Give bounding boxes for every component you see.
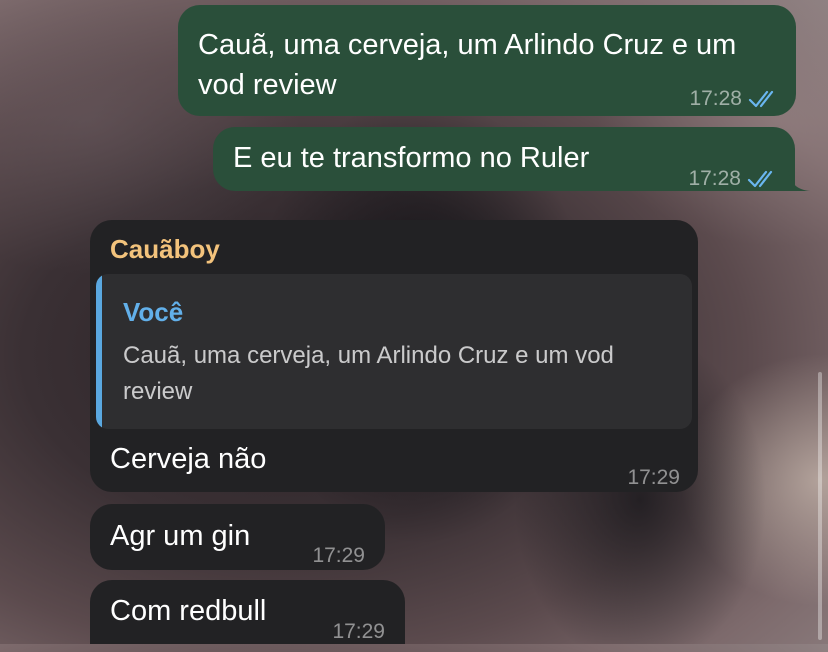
sender-name: Cauãboy <box>110 234 220 264</box>
incoming-message[interactable]: Com redbull 17:29 <box>90 580 405 644</box>
message-time: 17:29 <box>332 620 385 643</box>
outgoing-message[interactable]: Cauã, uma cerveja, um Arlindo Cruz e um … <box>178 5 796 116</box>
message-time: 17:29 <box>312 544 365 567</box>
incoming-message[interactable]: Agr um gin 17:29 <box>90 504 385 570</box>
incoming-reply-message[interactable]: Cauãboy Você Cauã, uma cerveja, um Arlin… <box>90 220 698 492</box>
quoted-message[interactable]: Você Cauã, uma cerveja, um Arlindo Cruz … <box>96 274 692 429</box>
double-check-icon <box>747 170 773 188</box>
message-text: Com redbull <box>110 595 267 627</box>
quoted-text: Cauã, uma cerveja, um Arlindo Cruz e um … <box>123 342 614 405</box>
bubble-tail <box>788 170 810 191</box>
message-meta: 17:28 <box>689 79 778 119</box>
scrollbar[interactable] <box>818 372 822 640</box>
quoted-author: Você <box>123 297 184 327</box>
message-meta: 17:28 <box>688 159 777 199</box>
message-text: E eu te transformo no Ruler <box>233 142 590 174</box>
outgoing-message[interactable]: E eu te transformo no Ruler 17:28 <box>213 127 795 191</box>
message-text: Cerveja não <box>110 443 267 475</box>
message-time: 17:28 <box>688 167 741 190</box>
message-text: Agr um gin <box>110 520 251 552</box>
message-time: 17:29 <box>627 466 680 489</box>
quote-accent-bar <box>96 274 102 429</box>
double-check-icon <box>748 90 774 108</box>
message-time: 17:28 <box>689 87 742 110</box>
